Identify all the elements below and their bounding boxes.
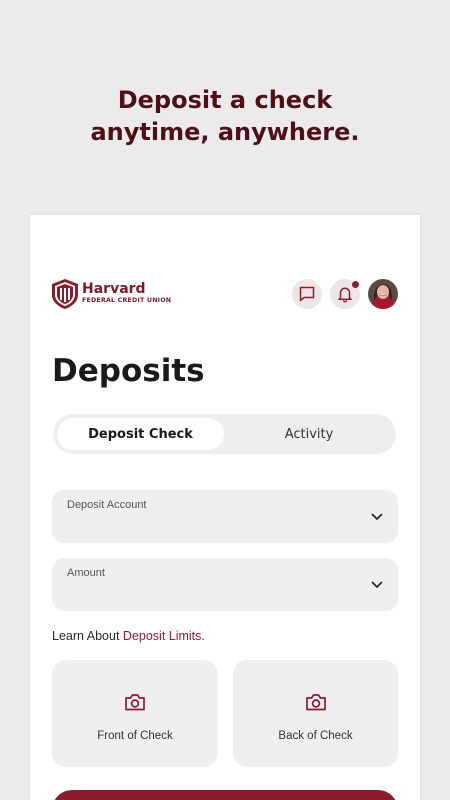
deposit-limits-text: Learn About Deposit Limits. [52, 629, 205, 643]
tab-control: Deposit Check Activity [53, 414, 396, 454]
front-of-check-label: Front of Check [97, 730, 173, 742]
tab-activity[interactable]: Activity [226, 418, 392, 450]
page-title: Deposits [52, 353, 205, 389]
harvard-fcu-logo: Harvard FEDERAL CREDIT UNION [52, 279, 172, 309]
app-screen: Harvard FEDERAL CREDIT UNION Deposits De… [30, 215, 420, 800]
avatar[interactable] [368, 279, 398, 309]
promo-headline-line1: Deposit a check [117, 86, 333, 114]
front-of-check-button[interactable]: Front of Check [52, 660, 218, 767]
user-avatar-icon [368, 279, 398, 309]
camera-icon [305, 694, 326, 711]
chevron-down-icon [371, 581, 383, 588]
bell-icon [338, 287, 352, 303]
promo-headline: Deposit a check anytime, anywhere. [0, 84, 450, 148]
deposit-limits-link[interactable]: Deposit Limits [123, 629, 202, 643]
tab-deposit-check[interactable]: Deposit Check [57, 418, 224, 450]
brand-subtitle: FEDERAL CREDIT UNION [82, 297, 172, 304]
deposit-account-label: Deposit Account [67, 499, 147, 511]
camera-icon [125, 694, 145, 711]
brand-name: Harvard [82, 281, 146, 297]
submit-deposit-button[interactable] [52, 790, 398, 800]
chat-button[interactable] [292, 279, 322, 309]
deposit-account-select[interactable]: Deposit Account [52, 490, 398, 543]
chevron-down-icon [371, 513, 383, 520]
notification-badge [352, 281, 359, 288]
amount-label: Amount [67, 567, 105, 579]
limits-suffix: . [201, 629, 205, 643]
back-of-check-label: Back of Check [278, 730, 353, 742]
shield-logo-icon [52, 279, 78, 309]
amount-select[interactable]: Amount [52, 558, 398, 611]
back-of-check-button[interactable]: Back of Check [233, 660, 398, 767]
limits-prefix: Learn About [52, 629, 123, 643]
chat-icon [299, 286, 315, 302]
promo-headline-line2: anytime, anywhere. [90, 118, 360, 146]
